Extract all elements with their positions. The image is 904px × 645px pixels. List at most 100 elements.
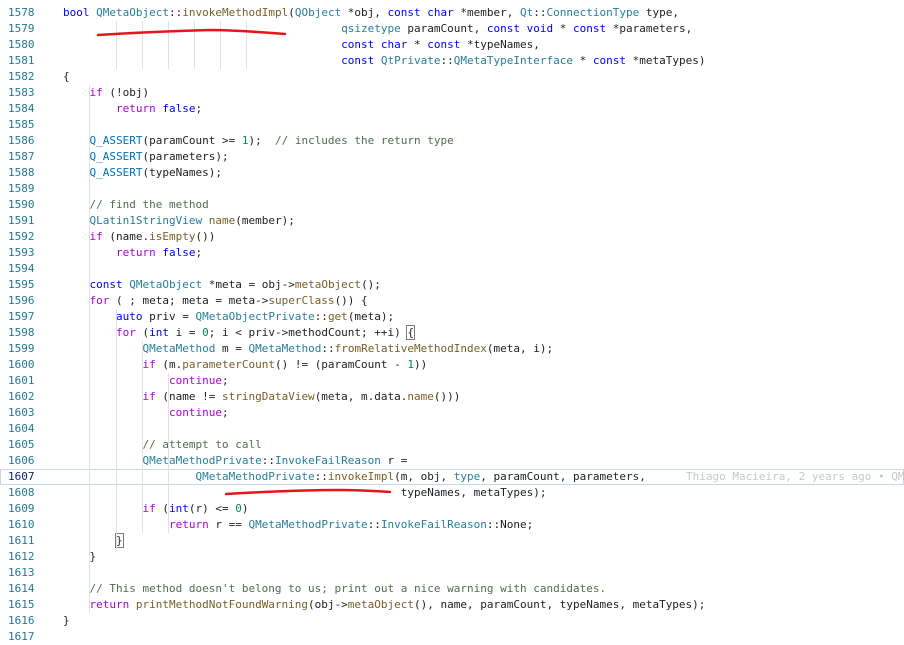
line-number: 1581 — [8, 54, 35, 67]
code-text[interactable]: if (int(r) <= 0) — [63, 501, 248, 517]
code-token: paramCount, — [400, 22, 487, 35]
code-text[interactable]: qsizetype paramCount, const void * const… — [63, 21, 692, 37]
code-line[interactable]: 1592 if (name.isEmpty()) — [0, 229, 904, 245]
code-token: bool — [63, 6, 97, 19]
code-line[interactable]: 1602 if (name != stringDataView(meta, m.… — [0, 389, 904, 405]
code-line[interactable]: 1593 return false; — [0, 245, 904, 261]
code-text[interactable]: const QtPrivate::QMetaTypeInterface * co… — [63, 53, 705, 69]
line-number: 1593 — [8, 246, 35, 259]
code-line[interactable]: 1583 if (!obj) — [0, 85, 904, 101]
code-text[interactable]: return printMethodNotFoundWarning(obj->m… — [63, 597, 706, 613]
code-token: printMethodNotFoundWarning — [135, 598, 309, 611]
code-text[interactable]: if (m.parameterCount() != (paramCount - … — [63, 357, 427, 373]
code-text[interactable]: Q_ASSERT(typeNames); — [63, 165, 222, 181]
code-token: int — [168, 502, 189, 515]
code-line[interactable]: 1606 QMetaMethodPrivate::InvokeFailReaso… — [0, 453, 904, 469]
code-line[interactable]: 1596 for ( ; meta; meta = meta->superCla… — [0, 293, 904, 309]
code-line[interactable]: 1604 — [0, 421, 904, 437]
code-line[interactable]: 1598 for (int i = 0; i < priv->methodCou… — [0, 325, 904, 341]
code-line[interactable]: 1580 const char * const *typeNames, — [0, 37, 904, 53]
code-text[interactable]: // attempt to call — [63, 437, 262, 453]
code-text[interactable]: if (!obj) — [63, 85, 150, 101]
code-text[interactable]: typeNames, metaTypes); — [63, 485, 547, 501]
code-text[interactable]: // This method doesn't belong to us; pri… — [63, 581, 607, 597]
code-token: Qt — [520, 6, 534, 19]
code-editor[interactable]: 1578 bool QMetaObject::invokeMethodImpl(Q… — [0, 0, 904, 643]
code-line[interactable]: 1591 QLatin1StringView name(member); — [0, 213, 904, 229]
code-line[interactable]: 1614 // This method doesn't belong to us… — [0, 581, 904, 597]
code-text[interactable]: continue; — [63, 373, 229, 389]
code-text[interactable]: QMetaMethodPrivate::invokeImpl(m, obj, t… — [63, 469, 645, 485]
code-text[interactable]: QLatin1StringView name(member); — [63, 213, 295, 229]
code-token: Q_ASSERT — [89, 166, 143, 179]
code-line[interactable]: 1595 const QMetaObject *meta = obj->meta… — [0, 277, 904, 293]
code-text[interactable]: return r == QMetaMethodPrivate::InvokeFa… — [63, 517, 533, 533]
code-text[interactable]: continue; — [63, 405, 229, 421]
code-line[interactable]: 1597 auto priv = QMetaObjectPrivate::get… — [0, 309, 904, 325]
code-line[interactable]: 1588 Q_ASSERT(typeNames); — [0, 165, 904, 181]
code-text[interactable]: const char * const *typeNames, — [63, 37, 540, 53]
code-text[interactable]: } — [63, 613, 70, 629]
code-token: r == — [208, 518, 249, 531]
code-text[interactable]: { — [63, 69, 70, 85]
code-text[interactable]: bool QMetaObject::invokeMethodImpl(QObje… — [63, 5, 679, 21]
line-number: 1583 — [8, 86, 35, 99]
code-text[interactable]: QMetaMethod m = QMetaMethod::fromRelativ… — [63, 341, 553, 357]
line-number: 1582 — [8, 70, 35, 83]
code-line[interactable]: 1590 // find the method — [0, 197, 904, 213]
code-token: (!obj) — [102, 86, 150, 99]
code-line[interactable]: 1603 continue; — [0, 405, 904, 421]
code-text[interactable]: } — [63, 533, 124, 549]
code-line[interactable]: 1601 continue; — [0, 373, 904, 389]
code-text[interactable]: } — [63, 549, 96, 565]
code-text[interactable]: if (name != stringDataView(meta, m.data.… — [63, 389, 460, 405]
code-line[interactable]: 1612 } — [0, 549, 904, 565]
line-number: 1579 — [8, 22, 35, 35]
code-token: (parameters); — [142, 150, 229, 163]
code-text[interactable]: for ( ; meta; meta = meta->superClass())… — [63, 293, 368, 309]
line-number: 1584 — [8, 102, 35, 115]
code-text[interactable]: return false; — [63, 101, 202, 117]
code-token: :: — [314, 310, 328, 323]
code-token: // attempt to call — [142, 438, 262, 451]
code-token: 0 — [235, 502, 242, 515]
code-line[interactable]: 1589 — [0, 181, 904, 197]
code-text[interactable]: const QMetaObject *meta = obj->metaObjec… — [63, 277, 381, 293]
code-line[interactable]: 1613 — [0, 565, 904, 581]
code-line[interactable]: 1617 — [0, 629, 904, 645]
code-line[interactable]: 1578 bool QMetaObject::invokeMethodImpl(Q… — [0, 5, 904, 21]
code-line[interactable]: 1599 QMetaMethod m = QMetaMethod::fromRe… — [0, 341, 904, 357]
code-line[interactable]: 1581 const QtPrivate::QMetaTypeInterface… — [0, 53, 904, 69]
code-token: isEmpty — [149, 230, 196, 243]
code-line[interactable]: 1605 // attempt to call — [0, 437, 904, 453]
code-line[interactable]: 1615 return printMethodNotFoundWarning(o… — [0, 597, 904, 613]
code-line[interactable]: 1594 — [0, 261, 904, 277]
code-text[interactable]: QMetaMethodPrivate::InvokeFailReason r = — [63, 453, 407, 469]
code-line[interactable]: 1610 return r == QMetaMethodPrivate::Inv… — [0, 517, 904, 533]
code-line[interactable]: 1608 typeNames, metaTypes); — [0, 485, 904, 501]
code-line[interactable]: 1584 return false; — [0, 101, 904, 117]
code-line[interactable]: 1616} — [0, 613, 904, 629]
code-line[interactable]: 1611 } — [0, 533, 904, 549]
code-text[interactable]: auto priv = QMetaObjectPrivate::get(meta… — [63, 309, 394, 325]
code-line[interactable]: 1586 Q_ASSERT(paramCount >= 1); // inclu… — [0, 133, 904, 149]
code-token: continue — [168, 406, 222, 419]
code-text[interactable]: return false; — [63, 245, 202, 261]
line-number: 1612 — [8, 550, 35, 563]
code-line[interactable]: 1600 if (m.parameterCount() != (paramCou… — [0, 357, 904, 373]
code-text[interactable]: Q_ASSERT(paramCount >= 1); // includes t… — [63, 133, 454, 149]
code-line[interactable]: 1582 { — [0, 69, 904, 85]
code-line[interactable]: 1587 Q_ASSERT(parameters); — [0, 149, 904, 165]
code-token: (meta, i); — [486, 342, 554, 355]
code-line[interactable]: 1607 QMetaMethodPrivate::invokeImpl(m, o… — [0, 469, 904, 485]
code-token: Q_ASSERT — [89, 150, 143, 163]
code-text[interactable]: Q_ASSERT(parameters); — [63, 149, 229, 165]
code-text[interactable]: // find the method — [63, 197, 209, 213]
line-number: 1609 — [8, 502, 35, 515]
code-line[interactable]: 1579 qsizetype paramCount, const void * … — [0, 21, 904, 37]
matched-bracket: { — [406, 325, 415, 340]
code-token: } — [63, 550, 97, 563]
code-line[interactable]: 1609 if (int(r) <= 0) — [0, 501, 904, 517]
code-line[interactable]: 1585 — [0, 117, 904, 133]
code-text[interactable]: if (name.isEmpty()) — [63, 229, 216, 245]
